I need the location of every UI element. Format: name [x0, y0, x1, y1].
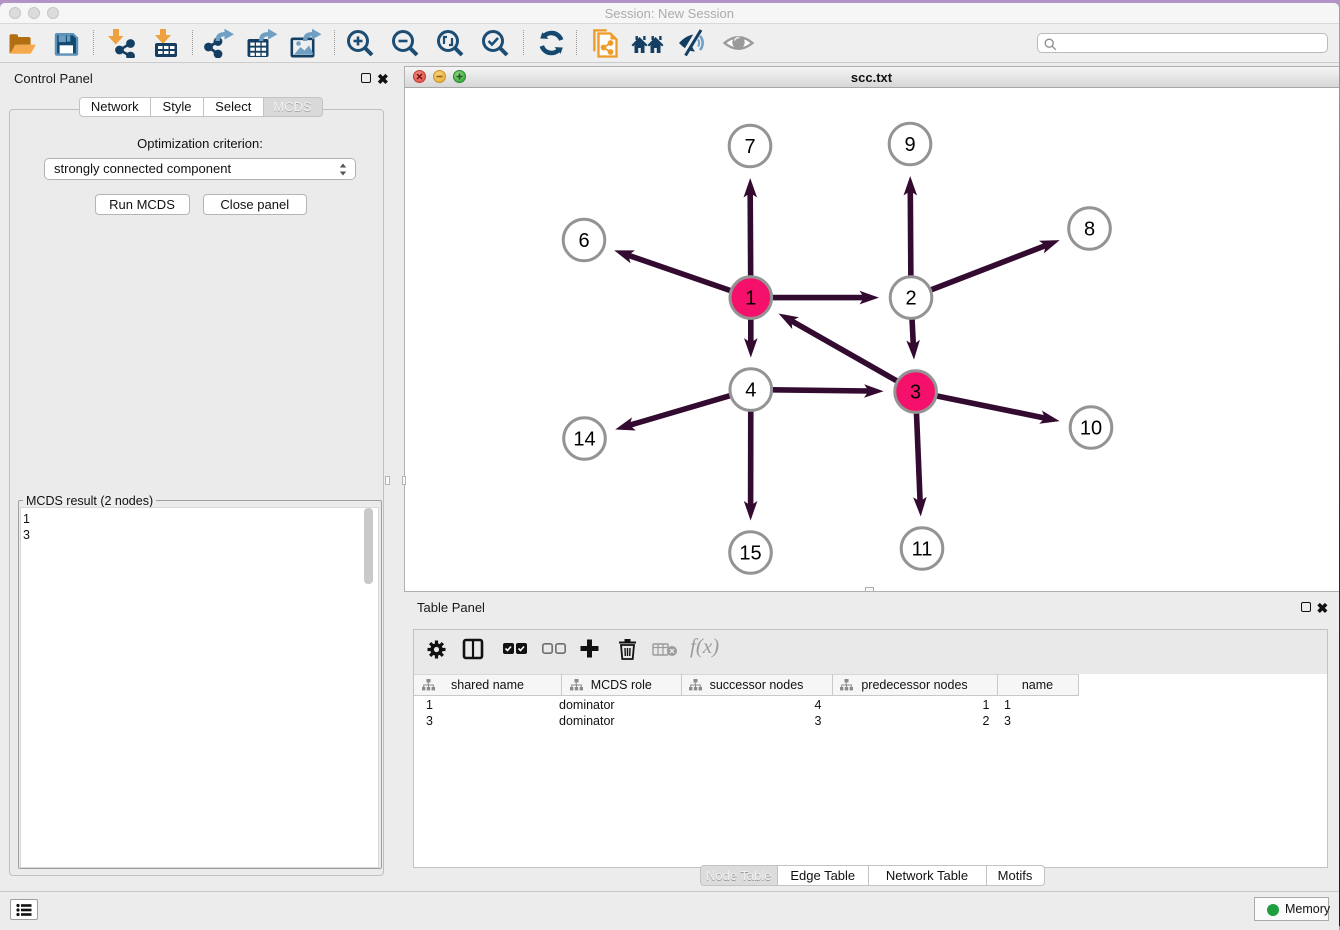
svg-text:3: 3 — [910, 382, 921, 404]
svg-text:10: 10 — [1080, 418, 1102, 440]
svg-text:8: 8 — [1084, 219, 1095, 241]
svg-text:14: 14 — [573, 429, 595, 451]
svg-text:11: 11 — [912, 539, 933, 561]
svg-text:6: 6 — [578, 230, 589, 252]
svg-text:1: 1 — [745, 288, 756, 310]
svg-text:4: 4 — [745, 380, 756, 402]
svg-text:9: 9 — [904, 134, 915, 156]
svg-text:7: 7 — [744, 136, 755, 158]
svg-text:2: 2 — [905, 288, 916, 310]
svg-text:15: 15 — [739, 543, 761, 565]
